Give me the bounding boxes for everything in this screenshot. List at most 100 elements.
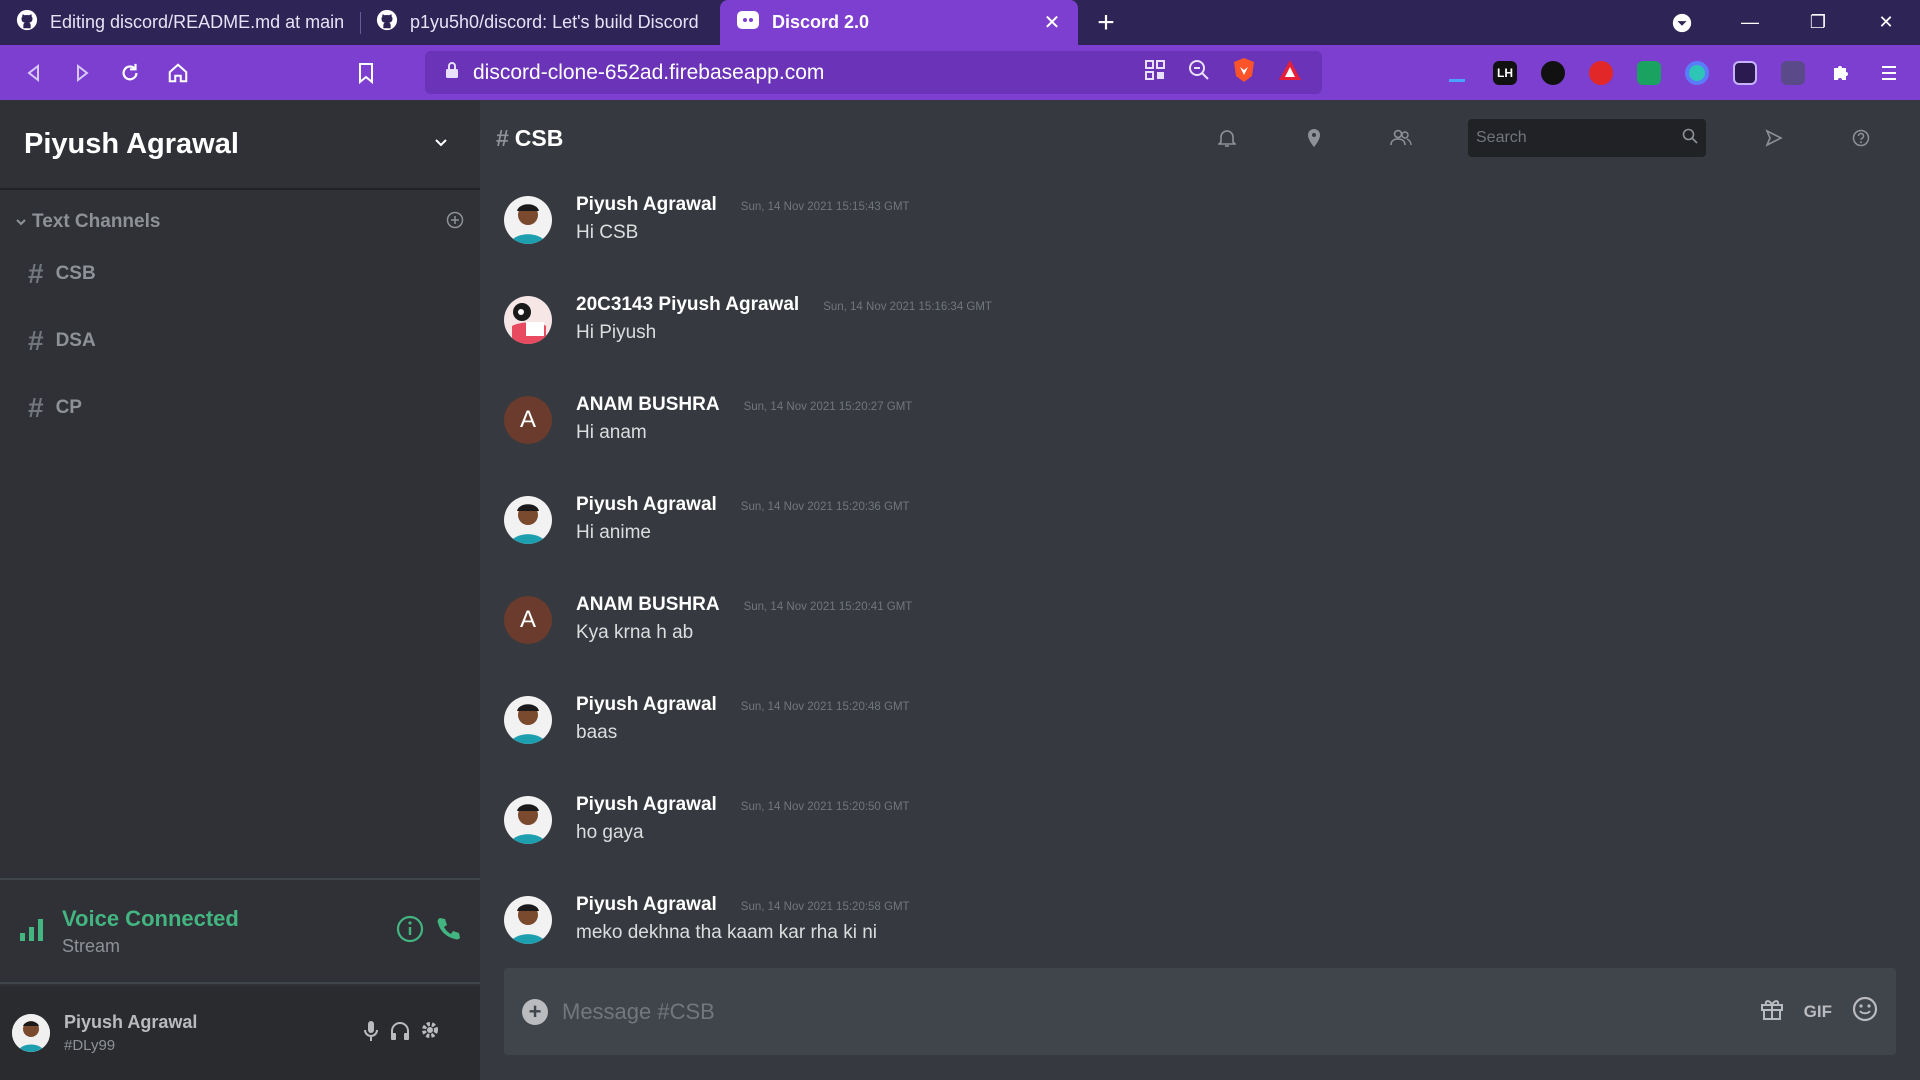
message-timestamp: Sun, 14 Nov 2021 15:20:36 GMT xyxy=(740,501,910,513)
user-panel: Piyush Agrawal #DLy99 xyxy=(0,986,480,1080)
puzzle-extensions-icon[interactable] xyxy=(1824,56,1858,90)
circle-extension-icon[interactable] xyxy=(1680,56,1714,90)
github-icon xyxy=(376,9,398,36)
send-icon[interactable] xyxy=(1730,129,1817,147)
chat-title: # CSB xyxy=(496,125,1183,152)
user-tag: #DLy99 xyxy=(64,1037,116,1054)
members-icon[interactable] xyxy=(1357,129,1444,147)
message-text: meko dekhna tha kaam kar rha ki ni xyxy=(576,922,877,943)
avatar[interactable]: A xyxy=(504,396,552,444)
message-item: Piyush Agrawal Sun, 14 Nov 2021 15:20:48 … xyxy=(480,688,1920,788)
menu-icon[interactable] xyxy=(1872,56,1906,90)
headphones-icon[interactable] xyxy=(390,1020,410,1047)
back-button[interactable] xyxy=(10,49,58,97)
message-author[interactable]: Piyush Agrawal xyxy=(576,494,717,516)
avatar[interactable] xyxy=(504,496,552,544)
browser-tab-0[interactable]: Editing discord/README.md at main · xyxy=(0,0,360,45)
avatar[interactable] xyxy=(504,296,552,344)
new-tab-button[interactable]: + xyxy=(1078,0,1134,45)
extensions-row: LH xyxy=(1440,45,1906,100)
message-input[interactable] xyxy=(562,998,1760,1025)
message-author[interactable]: Piyush Agrawal xyxy=(576,894,717,916)
voice-panel: Voice Connected Stream xyxy=(0,878,480,984)
message-list: Piyush Agrawal Sun, 14 Nov 2021 15:15:43 … xyxy=(480,188,1920,988)
brave-rewards-icon[interactable] xyxy=(1278,59,1302,87)
pen-extension-icon[interactable] xyxy=(1776,56,1810,90)
pin-icon[interactable] xyxy=(1270,128,1357,148)
message-author[interactable]: Piyush Agrawal xyxy=(576,194,717,216)
add-attachment-icon[interactable]: + xyxy=(522,998,548,1025)
channel-dsa[interactable]: # DSA xyxy=(0,307,480,374)
tab-title: p1yu5h0/discord: Let's build Discord !! xyxy=(410,12,704,32)
help-icon[interactable] xyxy=(1817,129,1904,147)
gift-icon[interactable] xyxy=(1760,998,1784,1025)
phone-icon[interactable] xyxy=(434,915,462,948)
avatar[interactable] xyxy=(504,196,552,244)
channel-csb[interactable]: # CSB xyxy=(0,240,480,307)
server-name: Piyush Agrawal xyxy=(24,127,239,160)
brave-shield-icon[interactable] xyxy=(1232,57,1256,89)
text-channels-header[interactable]: Text Channels xyxy=(0,204,480,240)
message-author[interactable]: Piyush Agrawal xyxy=(576,794,717,816)
message-author[interactable]: 20C3143 Piyush Agrawal xyxy=(576,294,799,316)
adblock-extension-icon[interactable] xyxy=(1584,56,1618,90)
minimize-button[interactable]: — xyxy=(1716,0,1784,45)
channel-name: CSB xyxy=(55,262,96,284)
hashtag-icon: # xyxy=(28,391,44,423)
message-text: ho gaya xyxy=(576,822,644,843)
back-icon xyxy=(27,63,39,82)
forward-button[interactable] xyxy=(58,49,106,97)
home-button[interactable] xyxy=(154,49,202,97)
voice-sub: Stream xyxy=(62,935,121,956)
url-text: discord-clone-652ad.firebaseapp.com xyxy=(473,60,825,84)
avatar[interactable] xyxy=(504,696,552,744)
avatar[interactable] xyxy=(12,1014,50,1052)
close-window-button[interactable]: ✕ xyxy=(1852,0,1920,45)
message-author[interactable]: ANAM BUSHRA xyxy=(576,394,720,416)
address-bar[interactable]: discord-clone-652ad.firebaseapp.com xyxy=(425,51,1322,94)
qr-code-icon[interactable] xyxy=(1144,59,1166,87)
zoom-icon[interactable] xyxy=(1188,59,1210,87)
bell-icon[interactable] xyxy=(1183,128,1270,148)
message-author[interactable]: Piyush Agrawal xyxy=(576,694,717,716)
github-icon xyxy=(16,9,38,36)
message-text: Hi Piyush xyxy=(576,322,657,343)
browser-tab-1[interactable]: p1yu5h0/discord: Let's build Discord !! xyxy=(360,0,720,45)
message-author[interactable]: ANAM BUSHRA xyxy=(576,594,720,616)
message-composer: + GIF xyxy=(504,968,1896,1055)
text-channels-label: Text Channels xyxy=(32,211,161,232)
search-input[interactable]: Search xyxy=(1468,119,1706,157)
server-header[interactable]: Piyush Agrawal xyxy=(0,100,480,190)
message-timestamp: Sun, 14 Nov 2021 15:20:27 GMT xyxy=(743,401,913,413)
message-text: baas xyxy=(576,722,618,743)
gif-button[interactable]: GIF xyxy=(1804,1002,1832,1022)
vr-extension-icon[interactable] xyxy=(1728,56,1762,90)
browser-tab-active[interactable]: Discord 2.0 ✕ xyxy=(720,0,1078,45)
meet-extension-icon[interactable] xyxy=(1632,56,1666,90)
avatar[interactable] xyxy=(504,796,552,844)
avatar[interactable]: A xyxy=(504,596,552,644)
message-timestamp: Sun, 14 Nov 2021 15:20:41 GMT xyxy=(743,601,913,613)
message-item: Piyush Agrawal Sun, 14 Nov 2021 15:15:43 … xyxy=(480,188,1920,288)
spotify-extension-icon[interactable] xyxy=(1536,56,1570,90)
message-item: A ANAM BUSHRA Sun, 14 Nov 2021 15:20:27 GM… xyxy=(480,388,1920,488)
reload-button[interactable] xyxy=(106,49,154,97)
avatar[interactable] xyxy=(504,896,552,944)
restore-button[interactable]: ❐ xyxy=(1784,0,1852,45)
add-channel-icon[interactable] xyxy=(446,211,464,234)
lighthouse-extension-icon[interactable]: LH xyxy=(1488,56,1522,90)
channel-cp[interactable]: # CP xyxy=(0,374,480,441)
info-icon[interactable] xyxy=(396,915,424,948)
message-timestamp: Sun, 14 Nov 2021 15:20:58 GMT xyxy=(740,901,910,913)
search-placeholder: Search xyxy=(1476,129,1527,146)
search-icon xyxy=(1682,128,1698,149)
microphone-icon[interactable] xyxy=(362,1020,380,1047)
tab-search-button[interactable] xyxy=(1648,0,1716,45)
close-tab-icon[interactable]: ✕ xyxy=(1042,12,1062,34)
gear-icon[interactable] xyxy=(420,1020,440,1047)
emoji-icon[interactable] xyxy=(1852,996,1878,1027)
reload-icon xyxy=(122,63,138,80)
chevron-down-icon[interactable] xyxy=(434,135,448,153)
bookmark-button[interactable] xyxy=(342,49,390,97)
home-icon xyxy=(168,62,188,82)
